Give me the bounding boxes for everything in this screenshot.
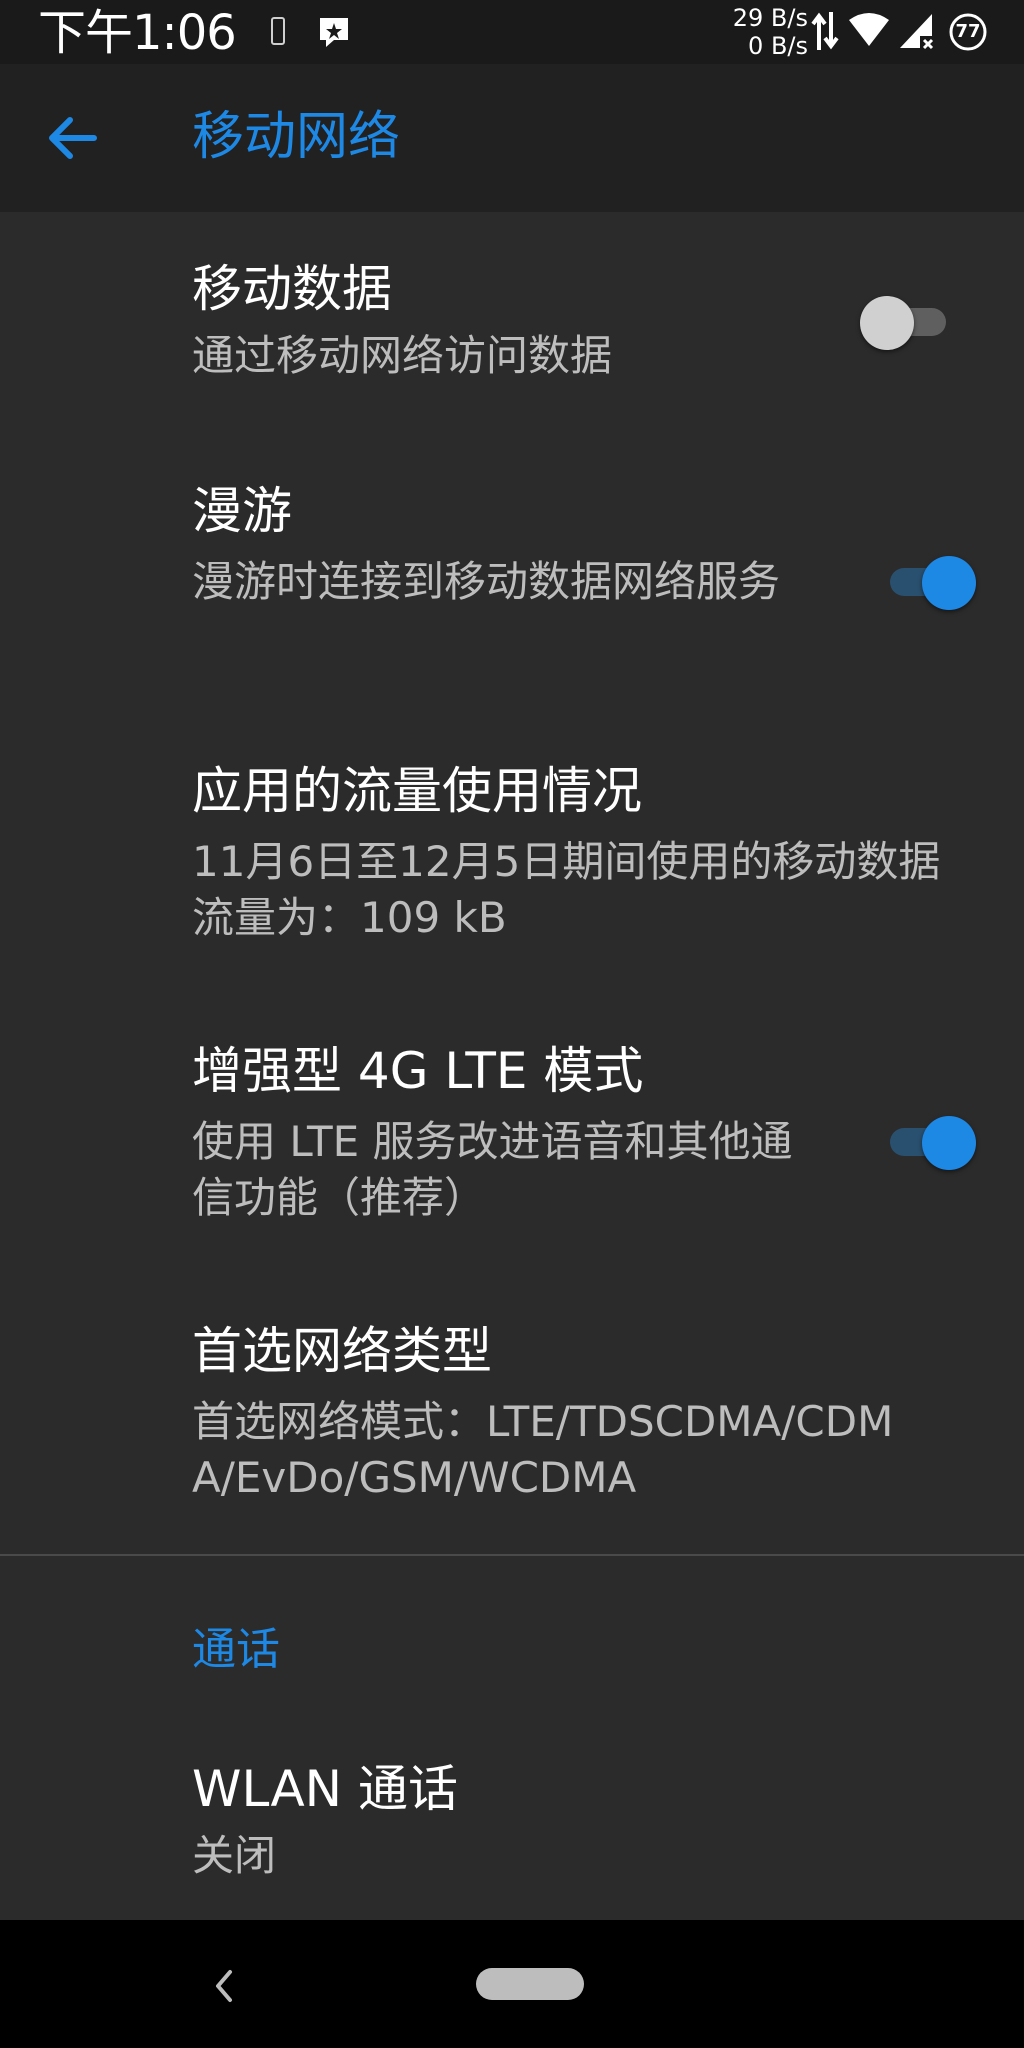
navigation-bar [0, 1920, 1024, 2048]
wifi-icon [849, 13, 889, 46]
switch-thumb [922, 556, 976, 610]
section-divider [0, 1554, 1024, 1556]
pref-summary: 使用 LTE 服务改进语音和其他通信功能（推荐） [192, 1117, 793, 1222]
pref-summary: 首选网络模式：LTE/TDSCDMA/CDMA/EvDo/GSM/WCDMA [192, 1397, 894, 1502]
network-speed-down: 0 B/s [748, 32, 808, 60]
pref-title: 增强型 4G LTE 模式 [192, 1042, 644, 1100]
pref-wlan-calling[interactable]: WLAN 通话 关闭 [0, 1750, 1024, 1890]
phone-icon [271, 17, 285, 45]
status-time: 下午1:06 [38, 5, 237, 61]
page-title: 移动网络 [192, 107, 401, 167]
roaming-switch[interactable] [880, 550, 976, 610]
network-speed-up: 29 B/s [732, 4, 808, 32]
pref-mobile-data[interactable]: 移动数据 通过移动网络访问数据 [0, 250, 1024, 400]
pref-roaming[interactable]: 漫游 漫游时连接到移动数据网络服务 [0, 470, 1024, 680]
pref-summary: 关闭 [192, 1831, 277, 1880]
pref-preferred-network-type[interactable]: 首选网络类型 首选网络模式：LTE/TDSCDMA/CDMA/EvDo/GSM/… [0, 1310, 1024, 1520]
pref-title: WLAN 通话 [192, 1760, 458, 1818]
nav-back-icon[interactable] [206, 1966, 242, 2006]
network-speed: 29 B/s 0 B/s [733, 4, 808, 60]
enhanced-4g-lte-switch[interactable] [880, 1110, 976, 1170]
pref-app-data-usage[interactable]: 应用的流量使用情况 11月6日至12月5日期间使用的移动数据流量为：109 kB [0, 750, 1024, 960]
back-button[interactable] [36, 108, 112, 168]
switch-thumb [922, 1116, 976, 1170]
pref-summary: 11月6日至12月5日期间使用的移动数据流量为：109 kB [192, 837, 941, 942]
pref-summary: 漫游时连接到移动数据网络服务 [192, 557, 781, 606]
pref-summary: 通过移动网络访问数据 [192, 331, 613, 380]
battery-level: 77 [955, 21, 981, 42]
status-bar: 下午1:06 29 B/s 0 B/s 77 [0, 0, 1024, 64]
cell-signal-no-service-icon [900, 14, 934, 50]
battery-saver-icon: 77 [948, 12, 988, 52]
pref-title: 首选网络类型 [192, 1322, 492, 1380]
pref-title: 应用的流量使用情况 [192, 762, 642, 820]
arrow-left-icon [49, 117, 97, 159]
mobile-data-switch[interactable] [860, 290, 956, 350]
data-arrows-icon [811, 12, 839, 50]
app-notification-icon [320, 18, 348, 47]
switch-thumb [860, 296, 914, 350]
pref-enhanced-4g-lte[interactable]: 增强型 4G LTE 模式 使用 LTE 服务改进语音和其他通信功能（推荐） [0, 1030, 1024, 1240]
pref-title: 漫游 [192, 482, 292, 540]
section-header-calls: 通话 [192, 1624, 280, 1675]
app-bar: 移动网络 [0, 64, 1024, 212]
home-pill-icon[interactable] [476, 1968, 584, 2000]
pref-title: 移动数据 [192, 260, 392, 318]
